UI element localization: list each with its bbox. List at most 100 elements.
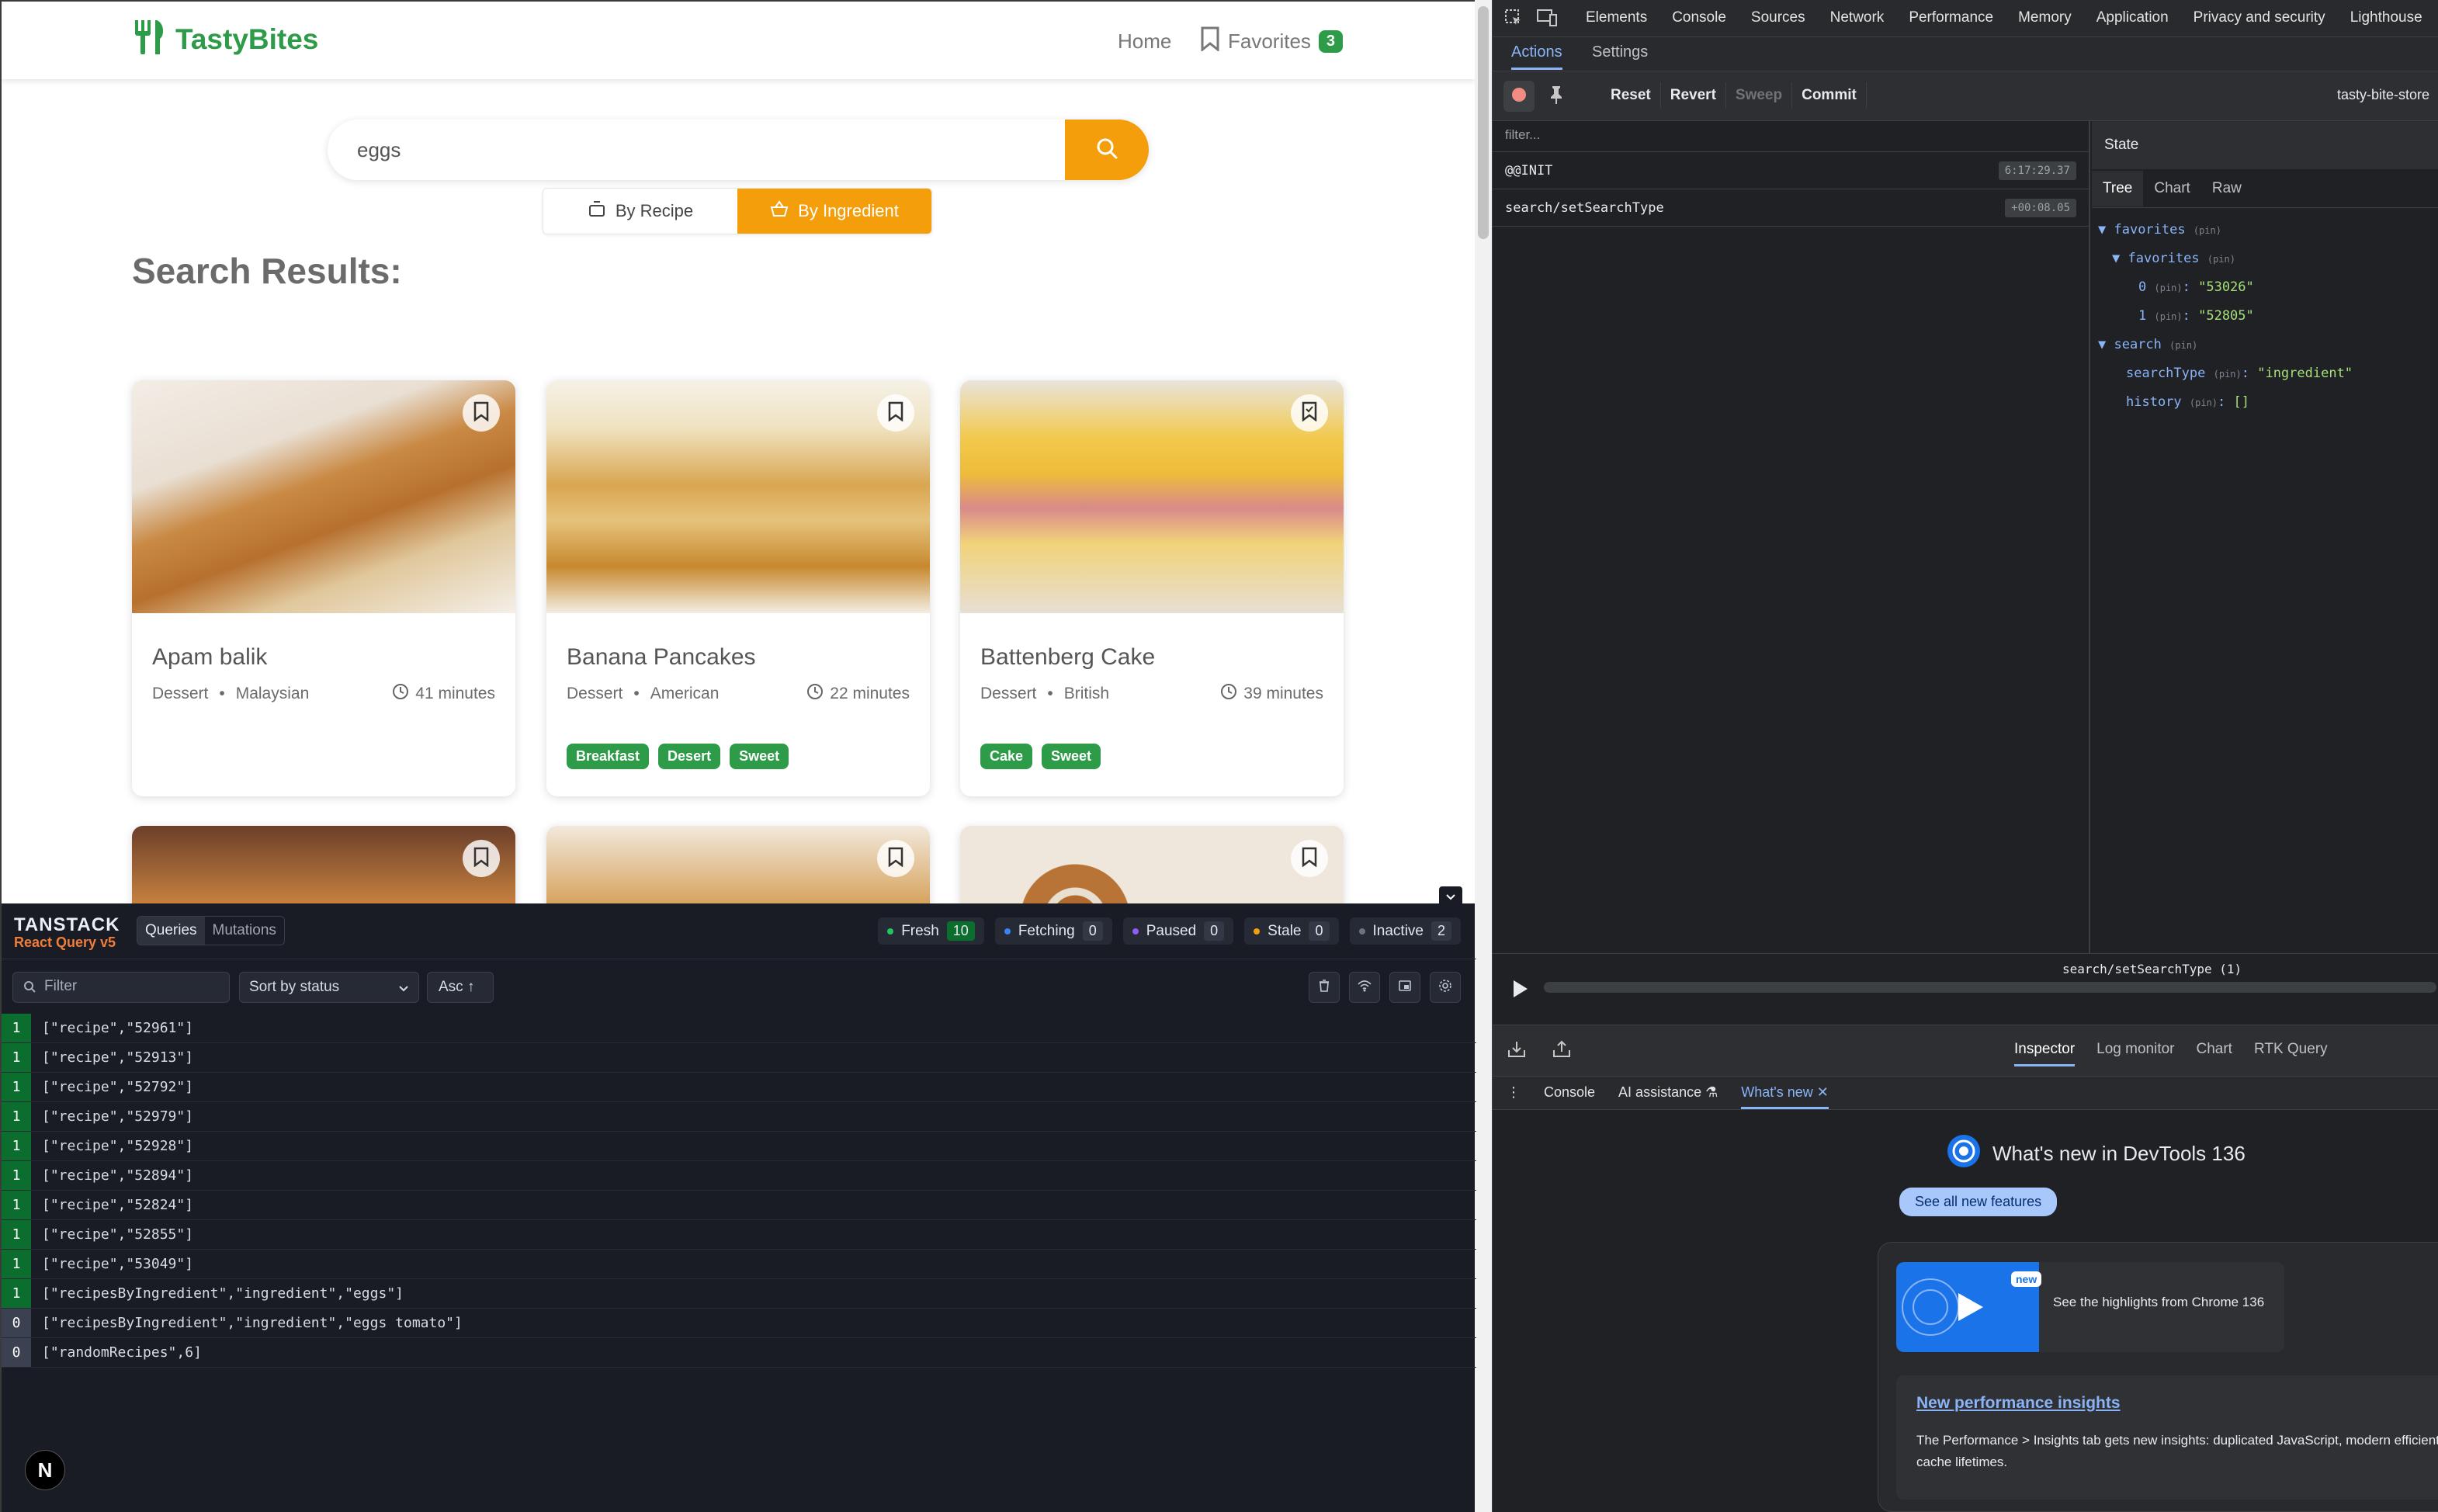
devtools-tab[interactable]: Lighthouse bbox=[2350, 9, 2422, 26]
recipe-card[interactable]: Apam balik Dessert • Malaysian 41 minutes bbox=[132, 380, 515, 796]
devtools-tab[interactable]: Network bbox=[1830, 9, 1885, 26]
query-row[interactable]: 1 ["recipe","52824"] bbox=[2, 1191, 1476, 1220]
slider-track[interactable] bbox=[1544, 982, 2436, 993]
import-icon[interactable] bbox=[1507, 1039, 1527, 1063]
store-selector[interactable]: tasty-bite-store bbox=[2337, 87, 2429, 103]
drawer-tab-ai-assistance[interactable]: AI assistance ⚗ bbox=[1618, 1084, 1718, 1109]
devtools-tab[interactable]: Elements bbox=[1586, 9, 1647, 26]
devtools-tab[interactable]: Performance bbox=[1909, 9, 1993, 26]
picture-in-picture-button[interactable] bbox=[1389, 972, 1420, 1003]
query-row[interactable]: 1 ["recipe","52979"] bbox=[2, 1102, 1476, 1132]
query-filter-input[interactable]: Filter bbox=[12, 972, 230, 1003]
tab-actions[interactable]: Actions bbox=[1511, 43, 1562, 70]
query-row[interactable]: 1 ["recipe","52961"] bbox=[2, 1014, 1476, 1043]
recipe-time-text: 22 minutes bbox=[830, 685, 910, 702]
highlights-video-card[interactable]: new See the highlights from Chrome 136 bbox=[1896, 1262, 2284, 1352]
query-row[interactable]: 1 ["recipe","53049"] bbox=[2, 1250, 1476, 1279]
pin-button[interactable] bbox=[1541, 81, 1572, 112]
tab-inspector[interactable]: Inspector bbox=[2014, 1041, 2076, 1066]
bookmark-button[interactable] bbox=[877, 840, 914, 877]
query-row[interactable]: 0 ["randomRecipes",6] bbox=[2, 1338, 1476, 1368]
settings-button[interactable] bbox=[1430, 972, 1461, 1003]
clear-cache-button[interactable] bbox=[1309, 972, 1340, 1003]
tab-settings[interactable]: Settings bbox=[1592, 43, 1648, 61]
insights-link[interactable]: New performance insights bbox=[1916, 1394, 2121, 1413]
nav-home-link[interactable]: Home bbox=[1118, 29, 1171, 54]
tree-type: (pin) bbox=[2154, 311, 2183, 322]
query-row[interactable]: 1 ["recipe","52928"] bbox=[2, 1132, 1476, 1161]
search-input[interactable]: eggs bbox=[357, 138, 401, 162]
tree-value: "53026" bbox=[2198, 279, 2254, 295]
tree-node[interactable]: ▼ favorites (pin) bbox=[2098, 216, 2433, 244]
bookmark-icon bbox=[1301, 847, 1318, 871]
devtools-tab[interactable]: Memory bbox=[2018, 9, 2072, 26]
action-row[interactable]: @@INIT 6:17:29.37 bbox=[1493, 152, 2089, 189]
devtools-tab[interactable]: Privacy and security bbox=[2194, 9, 2325, 26]
query-row[interactable]: 0 ["recipesByIngredient","ingredient","eg… bbox=[2, 1309, 1476, 1338]
export-icon[interactable] bbox=[1552, 1039, 1572, 1063]
action-row[interactable]: search/setSearchType +00:08.05 bbox=[1493, 189, 2089, 227]
recipe-card[interactable]: Battenberg Cake Dessert • British 39 minut… bbox=[960, 380, 1344, 796]
query-row[interactable]: 1 ["recipesByIngredient","ingredient","eg… bbox=[2, 1279, 1476, 1309]
query-row[interactable]: 1 ["recipe","52792"] bbox=[2, 1073, 1476, 1102]
bookmark-button[interactable] bbox=[877, 394, 914, 432]
reset-button[interactable]: Reset bbox=[1601, 82, 1661, 109]
commit-button[interactable]: Commit bbox=[1792, 82, 1867, 109]
drawer-tab-console[interactable]: Console bbox=[1544, 1084, 1595, 1109]
sort-select[interactable]: Sort by status bbox=[239, 972, 419, 1003]
tab-mutations[interactable]: Mutations bbox=[205, 917, 284, 945]
recipe-card-partial[interactable] bbox=[960, 826, 1344, 903]
devtools-tab[interactable]: Application bbox=[2096, 9, 2169, 26]
search-button[interactable] bbox=[1065, 120, 1149, 180]
sort-order-button[interactable]: Asc ↑ bbox=[427, 972, 494, 1003]
recipe-card-partial[interactable] bbox=[132, 826, 515, 903]
tab-chart[interactable]: Chart bbox=[2143, 171, 2200, 206]
kebab-menu-icon[interactable]: ⋮ bbox=[1507, 1084, 1521, 1109]
action-filter-input[interactable]: filter... bbox=[1493, 121, 2089, 152]
tab-tree[interactable]: Tree bbox=[2092, 170, 2144, 206]
tab-queries[interactable]: Queries bbox=[137, 917, 205, 945]
nextjs-dev-indicator[interactable]: N bbox=[25, 1450, 65, 1490]
bookmark-button[interactable] bbox=[463, 840, 500, 877]
sweep-button[interactable]: Sweep bbox=[1726, 82, 1793, 109]
recipe-time: 39 minutes bbox=[1220, 683, 1323, 705]
bookmark-icon bbox=[887, 401, 904, 425]
device-toggle-icon[interactable] bbox=[1536, 8, 1558, 32]
scrollbar-thumb[interactable] bbox=[1478, 6, 1489, 239]
tab-raw[interactable]: Raw bbox=[2201, 171, 2252, 206]
bookmark-button[interactable] bbox=[463, 394, 500, 432]
fork-knife-icon bbox=[132, 19, 166, 60]
bookmark-button[interactable] bbox=[1291, 840, 1328, 877]
tab-rtk-query[interactable]: RTK Query bbox=[2254, 1041, 2328, 1066]
logo[interactable]: TastyBites bbox=[132, 19, 318, 60]
meta-separator: • bbox=[1047, 685, 1053, 702]
revert-button[interactable]: Revert bbox=[1661, 82, 1726, 109]
drawer-tab-whats-new[interactable]: What's new ✕ bbox=[1741, 1084, 1829, 1109]
by-recipe-button[interactable]: By Recipe bbox=[543, 189, 737, 234]
by-ingredient-button[interactable]: By Ingredient bbox=[737, 189, 931, 234]
see-all-features-button[interactable]: See all new features bbox=[1899, 1188, 2058, 1216]
recipe-card-partial[interactable] bbox=[546, 826, 930, 903]
tab-log-monitor[interactable]: Log monitor bbox=[2096, 1041, 2174, 1066]
tree-node: history (pin): [] bbox=[2126, 394, 2249, 410]
nav-favorites-link[interactable]: Favorites 3 bbox=[1200, 26, 1344, 57]
query-row[interactable]: 1 ["recipe","52855"] bbox=[2, 1220, 1476, 1250]
filter-placeholder: Filter bbox=[44, 978, 78, 994]
bookmark-button[interactable] bbox=[1291, 394, 1328, 432]
play-icon[interactable] bbox=[1508, 977, 1531, 1000]
tanstack-brand[interactable]: TANSTACK bbox=[14, 914, 120, 936]
observer-count: 1 bbox=[2, 1132, 31, 1160]
record-button[interactable] bbox=[1503, 81, 1535, 112]
query-row[interactable]: 1 ["recipe","52913"] bbox=[2, 1043, 1476, 1073]
devtools-tab[interactable]: Sources bbox=[1751, 9, 1805, 26]
tree-node[interactable]: ▼ favorites (pin) bbox=[2098, 244, 2433, 273]
recipe-card[interactable]: Banana Pancakes Dessert • American 22 minu… bbox=[546, 380, 930, 796]
devtools-tab[interactable]: Console bbox=[1672, 9, 1726, 26]
tree-node[interactable]: ▼ search (pin) bbox=[2098, 331, 2433, 359]
offline-toggle-button[interactable] bbox=[1349, 972, 1380, 1003]
close-icon[interactable]: ✕ bbox=[1817, 1084, 1829, 1100]
query-row[interactable]: 1 ["recipe","52894"] bbox=[2, 1161, 1476, 1191]
page-scrollbar[interactable] bbox=[1475, 0, 1492, 1512]
tab-chart[interactable]: Chart bbox=[2197, 1041, 2232, 1066]
inspect-element-icon[interactable] bbox=[1503, 8, 1524, 32]
